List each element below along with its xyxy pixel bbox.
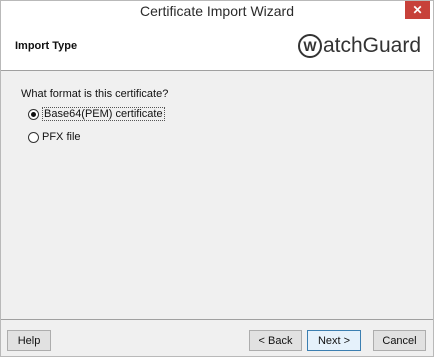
radio-button-selected[interactable] [28,108,39,120]
logo-text: atchGuard [322,34,421,57]
wizard-header: Import Type W atchGuard [1,23,433,71]
format-question: What format is this certificate? [21,88,169,100]
help-button[interactable]: Help [7,330,51,351]
title-bar[interactable]: Certificate Import Wizard ✕ [1,1,433,23]
next-button[interactable]: Next > [307,330,361,351]
option-label: Base64(PEM) certificate [42,107,165,121]
cancel-button[interactable]: Cancel [373,330,426,351]
close-button[interactable]: ✕ [405,1,430,19]
logo-mark: W [297,34,322,58]
watchguard-logo-icon: W atchGuard [297,31,421,61]
option-label: PFX file [42,131,81,143]
option-base64-pem[interactable]: Base64(PEM) certificate [28,107,165,121]
footer-divider [1,319,433,320]
wizard-window: Certificate Import Wizard ✕ Import Type … [0,0,434,357]
option-pfx-file[interactable]: PFX file [28,131,81,143]
close-icon: ✕ [412,3,423,17]
back-button[interactable]: < Back [249,330,302,351]
radio-button[interactable] [28,131,39,143]
window-title: Certificate Import Wizard [139,3,295,19]
page-title: Import Type [15,40,78,52]
